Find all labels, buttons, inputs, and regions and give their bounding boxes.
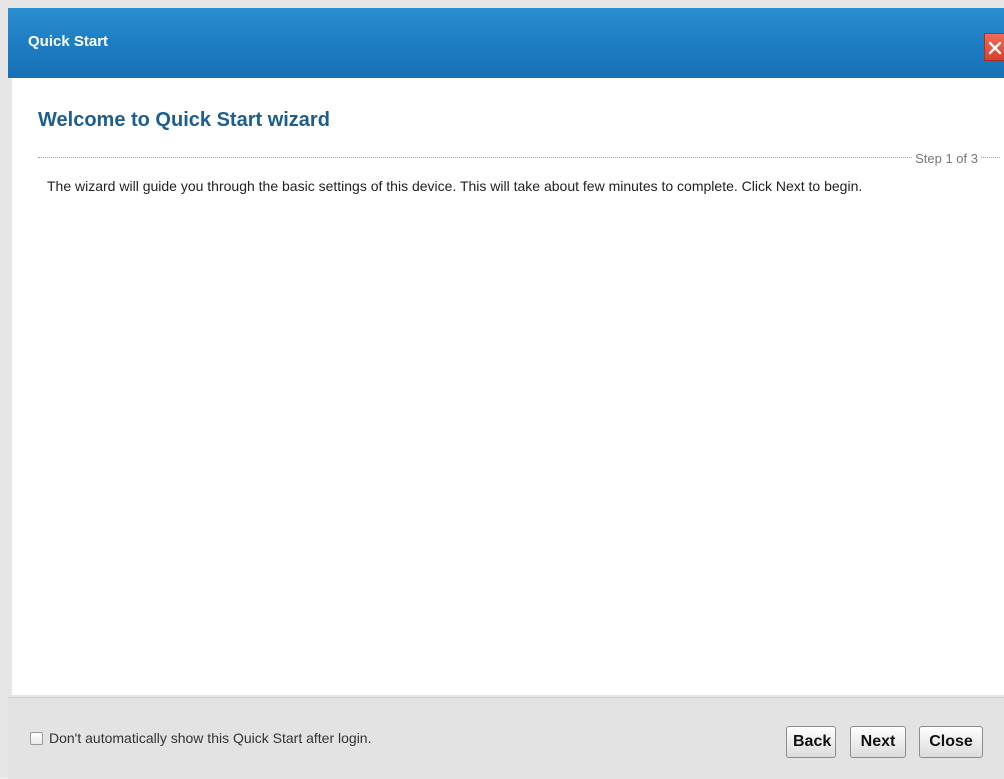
dont-show-again-checkbox[interactable] <box>30 731 43 745</box>
wizard-description: The wizard will guide you through the ba… <box>47 178 863 194</box>
dialog-footer: Don't automatically show this Quick Star… <box>8 697 1004 779</box>
close-x-icon[interactable] <box>984 33 1004 61</box>
next-button[interactable]: Next <box>850 726 906 758</box>
dialog-title: Quick Start <box>28 33 109 50</box>
step-indicator: Step 1 of 3 <box>913 151 980 166</box>
wizard-content: Welcome to Quick Start wizard Step 1 of … <box>12 78 1004 695</box>
dialog-titlebar: Quick Start <box>8 8 1004 78</box>
dont-show-again-option[interactable]: Don't automatically show this Quick Star… <box>30 730 371 746</box>
close-button[interactable]: Close <box>919 726 983 758</box>
back-button[interactable]: Back <box>786 726 836 758</box>
wizard-heading: Welcome to Quick Start wizard <box>38 109 330 131</box>
heading-divider <box>38 157 1000 158</box>
quick-start-dialog: Quick Start Welcome to Quick Start wizar… <box>0 0 1004 779</box>
dont-show-again-label: Don't automatically show this Quick Star… <box>49 730 372 746</box>
